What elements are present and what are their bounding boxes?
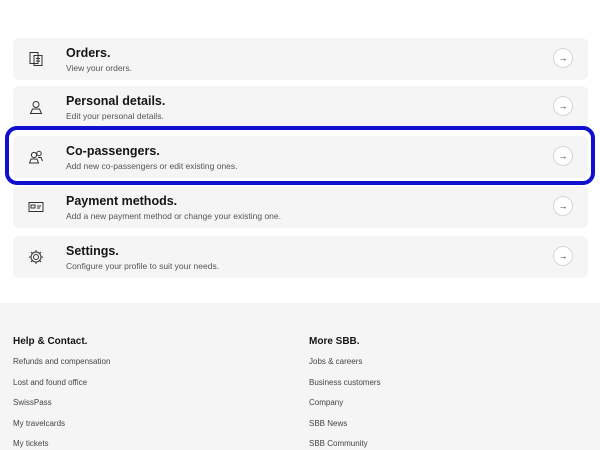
footer-more-heading: More SBB. [309,336,360,347]
footer-link[interactable]: Jobs & careers [309,357,362,366]
footer-link[interactable]: My travelcards [13,419,65,428]
footer-help-heading: Help & Contact. [13,336,88,347]
arrow-right-icon[interactable]: → [553,196,573,216]
menu-item-subtitle: View your orders. [66,63,132,73]
menu-item-subtitle: Add a new payment method or change your … [66,211,281,221]
footer-link[interactable]: Company [309,398,343,407]
footer-link[interactable]: Lost and found office [13,378,87,387]
menu-item-title: Payment methods. [66,194,178,208]
footer-link[interactable]: Business customers [309,378,381,387]
menu-item-subtitle: Configure your profile to suit your need… [66,261,220,271]
menu-item-title: Orders. [66,46,111,60]
gear-icon [27,248,45,266]
footer-link[interactable]: SBB News [309,419,347,428]
payment-card-icon [27,198,45,216]
receipt-icon [27,50,45,68]
co-passengers-icon [27,148,45,166]
arrow-right-icon[interactable]: → [553,96,573,116]
menu-item-subtitle: Edit your personal details. [66,111,164,121]
footer-link[interactable]: My tickets [13,439,49,448]
footer: Help & Contact. Refunds and compensation… [0,303,600,450]
menu-item-title: Personal details. [66,94,166,108]
menu-item-subtitle: Add new co-passengers or edit existing o… [66,161,238,171]
arrow-right-icon[interactable]: → [553,146,573,166]
person-icon [27,98,45,116]
menu-item-title: Co-passengers. [66,144,160,158]
menu-item-orders[interactable]: Orders. View your orders. → [13,38,588,80]
footer-link[interactable]: SBB Community [309,439,368,448]
menu-item-payment-methods[interactable]: Payment methods. Add a new payment metho… [13,186,588,228]
arrow-right-icon[interactable]: → [553,48,573,68]
footer-link[interactable]: Refunds and compensation [13,357,110,366]
menu-item-co-passengers[interactable]: Co-passengers. Add new co-passengers or … [13,136,588,178]
arrow-right-icon[interactable]: → [553,246,573,266]
menu-item-settings[interactable]: Settings. Configure your profile to suit… [13,236,588,278]
menu-item-title: Settings. [66,244,119,258]
menu-item-personal-details[interactable]: Personal details. Edit your personal det… [13,86,588,128]
footer-link[interactable]: SwissPass [13,398,52,407]
